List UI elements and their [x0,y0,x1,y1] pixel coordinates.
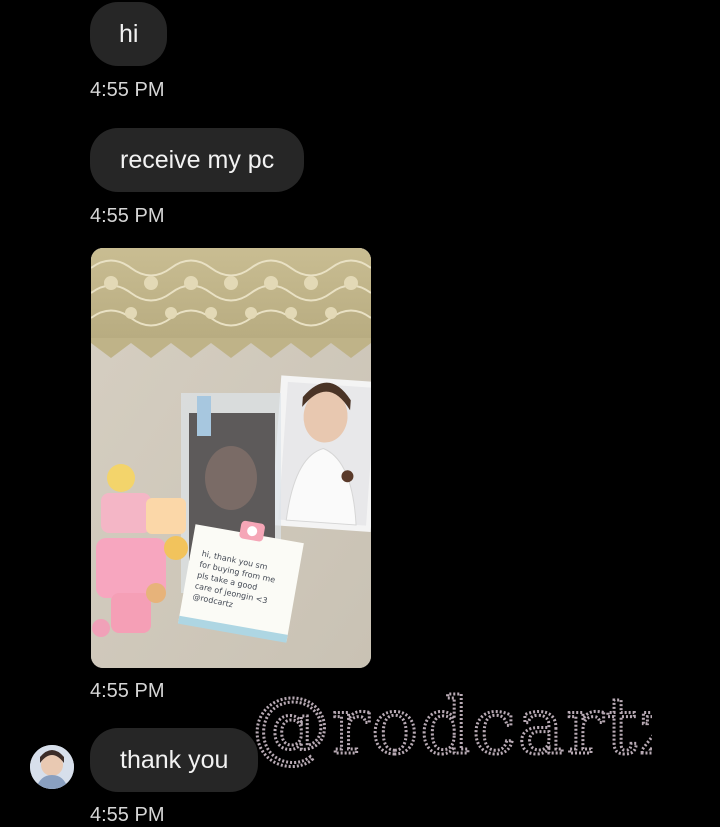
message-bubble[interactable]: hi [90,2,168,66]
watermark: @rodcartz [252,668,652,778]
message-bubble[interactable]: receive my pc [90,128,305,192]
message-timestamp: 4:55 PM [90,205,165,227]
message-timestamp: 4:55 PM [90,804,165,826]
message-text: thank you [120,746,229,774]
watermark-text: @rodcartz [252,682,652,772]
message-text: hi [119,20,139,48]
message-timestamp: 4:55 PM [90,79,165,101]
message-text: receive my pc [120,146,275,174]
user-avatar-icon[interactable] [30,745,74,789]
message-bubble[interactable]: thank you [90,728,259,792]
message-photo[interactable]: hi, thank you sm for buying from me pls … [91,248,371,668]
message-timestamp: 4:55 PM [90,680,165,702]
